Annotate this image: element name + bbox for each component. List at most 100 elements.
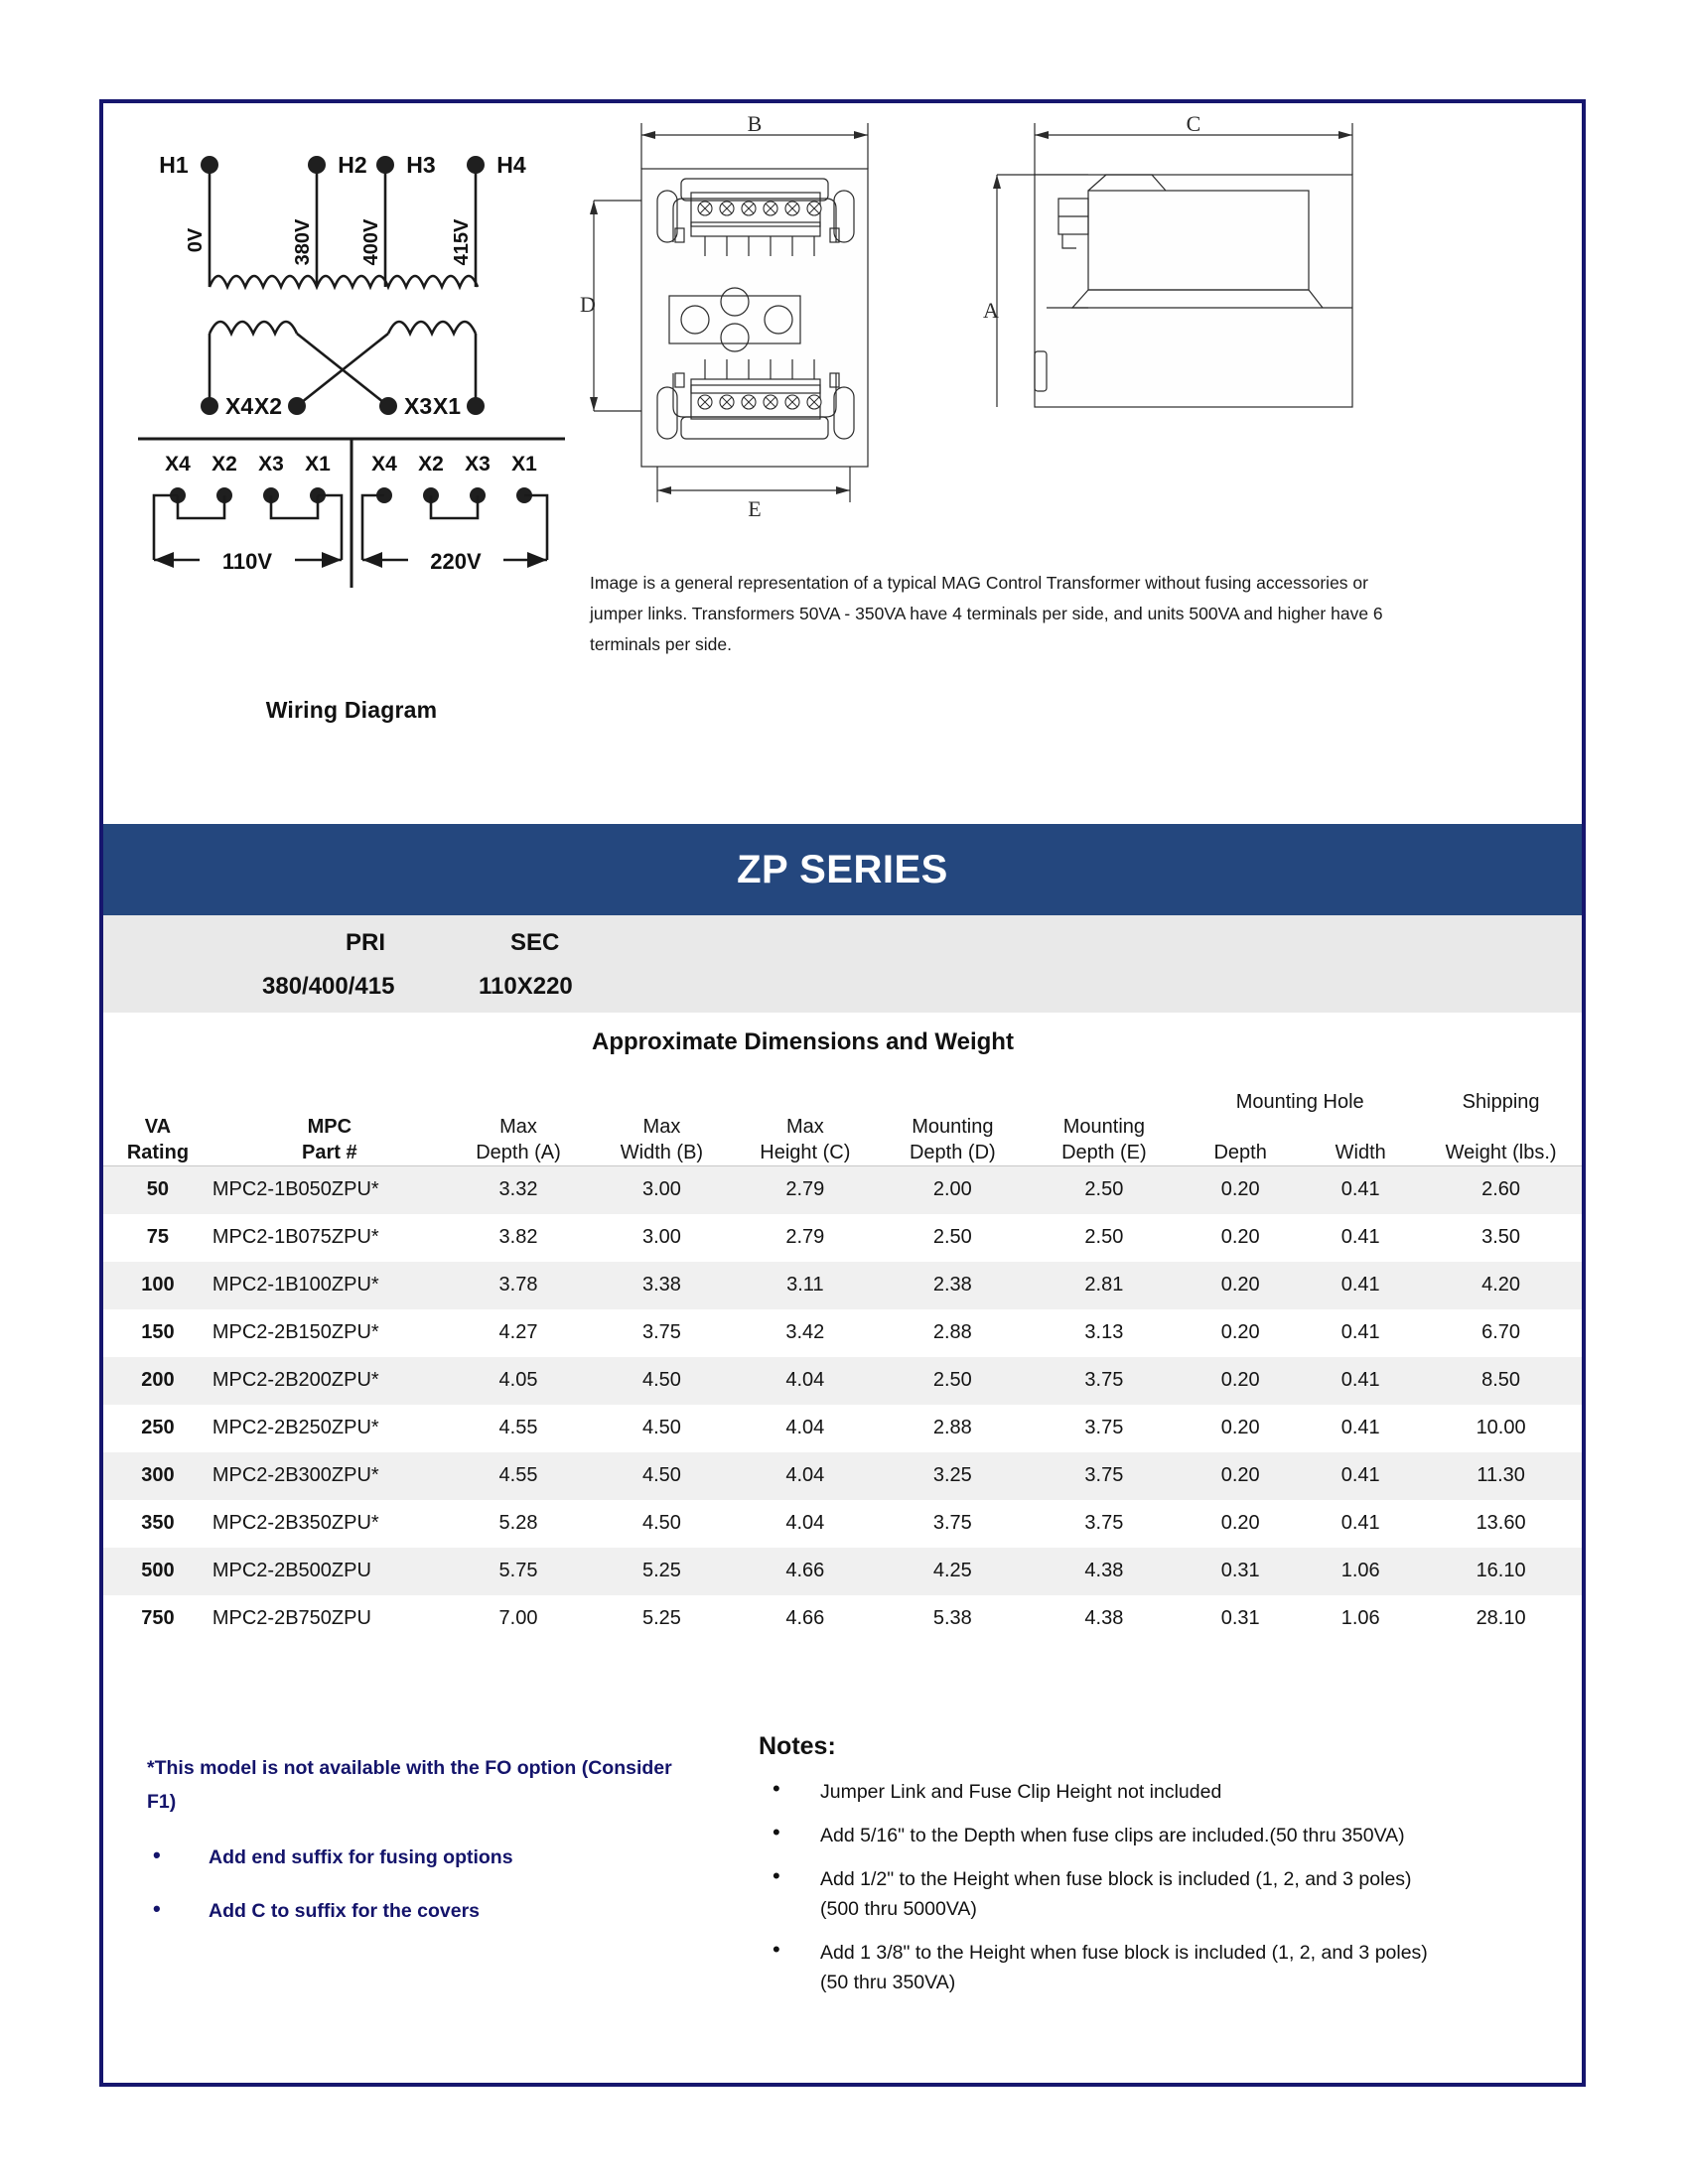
- voltage-label-400v: 400V: [360, 218, 382, 265]
- cell-va: 150: [141, 1321, 175, 1343]
- page-frame: H1 H2 H3 H4 0V 380V 400V 415V X4 X2 X3 X…: [99, 99, 1586, 2087]
- cell-height-c: 2.79: [785, 1178, 825, 1201]
- cell-hole-depth: 0.20: [1220, 1512, 1260, 1534]
- table-header-row-1: VA MPC Max Max Max Mounting Mounting: [103, 1114, 1582, 1140]
- cell-weight: 13.60: [1476, 1512, 1526, 1534]
- voltage-label-0v: 0V: [185, 227, 207, 252]
- cell-va: 750: [141, 1607, 175, 1629]
- spacer-cell: [1180, 1114, 1301, 1140]
- cell-height-c: 4.66: [785, 1560, 825, 1581]
- cell-hole-depth: 0.31: [1220, 1560, 1260, 1581]
- dimension-label-b: B: [748, 113, 763, 136]
- note-item: Add 1 3/8" to the Height when fuse block…: [759, 1935, 1474, 1997]
- svg-text:X4: X4: [165, 453, 191, 476]
- cell-weight: 16.10: [1476, 1560, 1526, 1581]
- cell-depth-a: 4.05: [498, 1369, 538, 1391]
- svg-text:X4: X4: [371, 453, 397, 476]
- table-row: 75 MPC2-1B075ZPU* 3.82 3.00 2.79 2.50 2.50 0.20…: [103, 1214, 1582, 1262]
- cell-height-c: 3.11: [786, 1274, 824, 1296]
- table-row: 150 MPC2-2B150ZPU* 4.27 3.75 3.42 2.88 3.13 0.2…: [103, 1309, 1582, 1357]
- cell-va: 300: [141, 1464, 175, 1486]
- cell-depth-a: 3.82: [498, 1226, 538, 1248]
- spacer-cell: [1301, 1114, 1420, 1140]
- footnote-item: Add end suffix for fusing options: [147, 1839, 683, 1874]
- terminal-label-h1: H1: [159, 152, 189, 178]
- spacer-cell: [447, 1062, 590, 1114]
- series-banner: ZP SERIES: [103, 824, 1582, 915]
- table-subtitle: Approximate Dimensions and Weight: [592, 1028, 1014, 1055]
- cell-weight: 11.30: [1477, 1464, 1525, 1486]
- wiring-diagram-caption: Wiring Diagram: [265, 697, 438, 723]
- series-title: ZP SERIES: [737, 847, 948, 891]
- cell-width-b: 4.50: [641, 1464, 681, 1486]
- diagram-area: H1 H2 H3 H4 0V 380V 400V 415V X4 X2 X3 X…: [103, 103, 1582, 798]
- cell-height-c: 4.04: [785, 1512, 825, 1534]
- svg-text:X1: X1: [511, 453, 537, 476]
- voltage-group-110v: 110V: [222, 549, 272, 574]
- cell-depth-a: 3.78: [498, 1274, 538, 1296]
- cell-va: 250: [141, 1417, 175, 1438]
- cell-mount-d: 5.38: [932, 1607, 972, 1629]
- cell-hole-depth: 0.20: [1220, 1464, 1260, 1486]
- footnotes-block: *This model is not available with the FO…: [147, 1751, 683, 1948]
- cell-part: MPC2-2B250ZPU*: [211, 1417, 379, 1438]
- cell-mount-e: 2.50: [1084, 1178, 1124, 1201]
- cell-width-b: 3.00: [641, 1178, 681, 1201]
- transformer-side-view: C A: [977, 111, 1394, 550]
- cell-part: MPC2-1B050ZPU*: [211, 1178, 379, 1201]
- spacer-cell: [734, 1062, 877, 1114]
- cell-va: 75: [146, 1226, 170, 1248]
- cell-weight: 6.70: [1481, 1321, 1521, 1343]
- cell-part: MPC2-2B200ZPU*: [211, 1369, 379, 1391]
- note-item: Jumper Link and Fuse Clip Height not inc…: [759, 1774, 1474, 1807]
- cell-part: MPC2-1B100ZPU*: [211, 1274, 379, 1296]
- cell-va: 100: [141, 1274, 175, 1296]
- cell-va: 50: [146, 1178, 170, 1201]
- table-body: 50 MPC2-1B050ZPU* 3.32 3.00 2.79 2.00 2.50 0.20…: [103, 1165, 1582, 1643]
- header-height-c-line1: Max: [785, 1116, 824, 1138]
- cell-part: MPC2-1B075ZPU*: [211, 1226, 379, 1248]
- cell-height-c: 4.04: [785, 1369, 825, 1391]
- cell-depth-a: 3.32: [498, 1178, 538, 1201]
- cell-hole-width: 0.41: [1340, 1464, 1380, 1486]
- transformer-front-view: B D E: [570, 111, 947, 550]
- header-weight: Weight (lbs.): [1445, 1142, 1557, 1163]
- header-part-line1: MPC: [307, 1116, 352, 1138]
- cell-hole-width: 0.41: [1340, 1226, 1380, 1248]
- header-depth-a-line2: Depth (A): [476, 1142, 561, 1163]
- cell-va: 500: [141, 1560, 175, 1581]
- group-header-mounting-hole: Mounting Hole: [1235, 1091, 1364, 1113]
- cell-width-b: 3.75: [641, 1321, 681, 1343]
- cell-depth-a: 7.00: [498, 1607, 538, 1629]
- cell-mount-d: 2.38: [932, 1274, 972, 1296]
- table-row: 300 MPC2-2B300ZPU* 4.55 4.50 4.04 3.25 3.75 0.2…: [103, 1451, 1582, 1500]
- cell-height-c: 3.42: [785, 1321, 825, 1343]
- cell-depth-a: 4.55: [498, 1464, 538, 1486]
- cell-depth-a: 4.27: [498, 1321, 538, 1343]
- notes-block: Notes: Jumper Link and Fuse Clip Height …: [759, 1731, 1474, 2011]
- dimension-label-a: A: [983, 298, 999, 323]
- cell-mount-d: 2.50: [932, 1226, 972, 1248]
- footnote-item: Add C to suffix for the covers: [147, 1892, 683, 1928]
- cell-hole-depth: 0.20: [1220, 1321, 1260, 1343]
- cell-mount-e: 2.81: [1084, 1274, 1124, 1296]
- cell-mount-e: 3.75: [1084, 1417, 1124, 1438]
- note-item-sub: (50 thru 350VA): [820, 1972, 956, 1993]
- table-row: 100 MPC2-1B100ZPU* 3.78 3.38 3.11 2.38 2.81 0.2…: [103, 1261, 1582, 1309]
- cell-hole-width: 0.41: [1340, 1369, 1380, 1391]
- cell-width-b: 4.50: [641, 1512, 681, 1534]
- dimension-label-d: D: [580, 292, 596, 317]
- table-row: 500 MPC2-2B500ZPU 5.75 5.25 4.66 4.25 4.38 0.31…: [103, 1547, 1582, 1595]
- group-header-shipping: Shipping: [1462, 1091, 1540, 1113]
- cell-mount-e: 4.38: [1084, 1560, 1124, 1581]
- cell-width-b: 3.00: [641, 1226, 681, 1248]
- dimensions-table-section: Approximate Dimensions and Weight Mounti…: [103, 1013, 1582, 1643]
- terminal-label-x4: X4: [225, 393, 253, 419]
- cell-hole-width: 0.41: [1340, 1321, 1380, 1343]
- dimensions-table: Mounting Hole Shipping VA MPC Max Max Ma…: [103, 1062, 1582, 1643]
- dimension-label-e: E: [748, 496, 761, 521]
- table-row: 50 MPC2-1B050ZPU* 3.32 3.00 2.79 2.00 2.50 0.20…: [103, 1165, 1582, 1214]
- table-head: Mounting Hole Shipping VA MPC Max Max Ma…: [103, 1062, 1582, 1166]
- header-part-line2: Part #: [302, 1142, 357, 1163]
- cell-hole-depth: 0.20: [1220, 1226, 1260, 1248]
